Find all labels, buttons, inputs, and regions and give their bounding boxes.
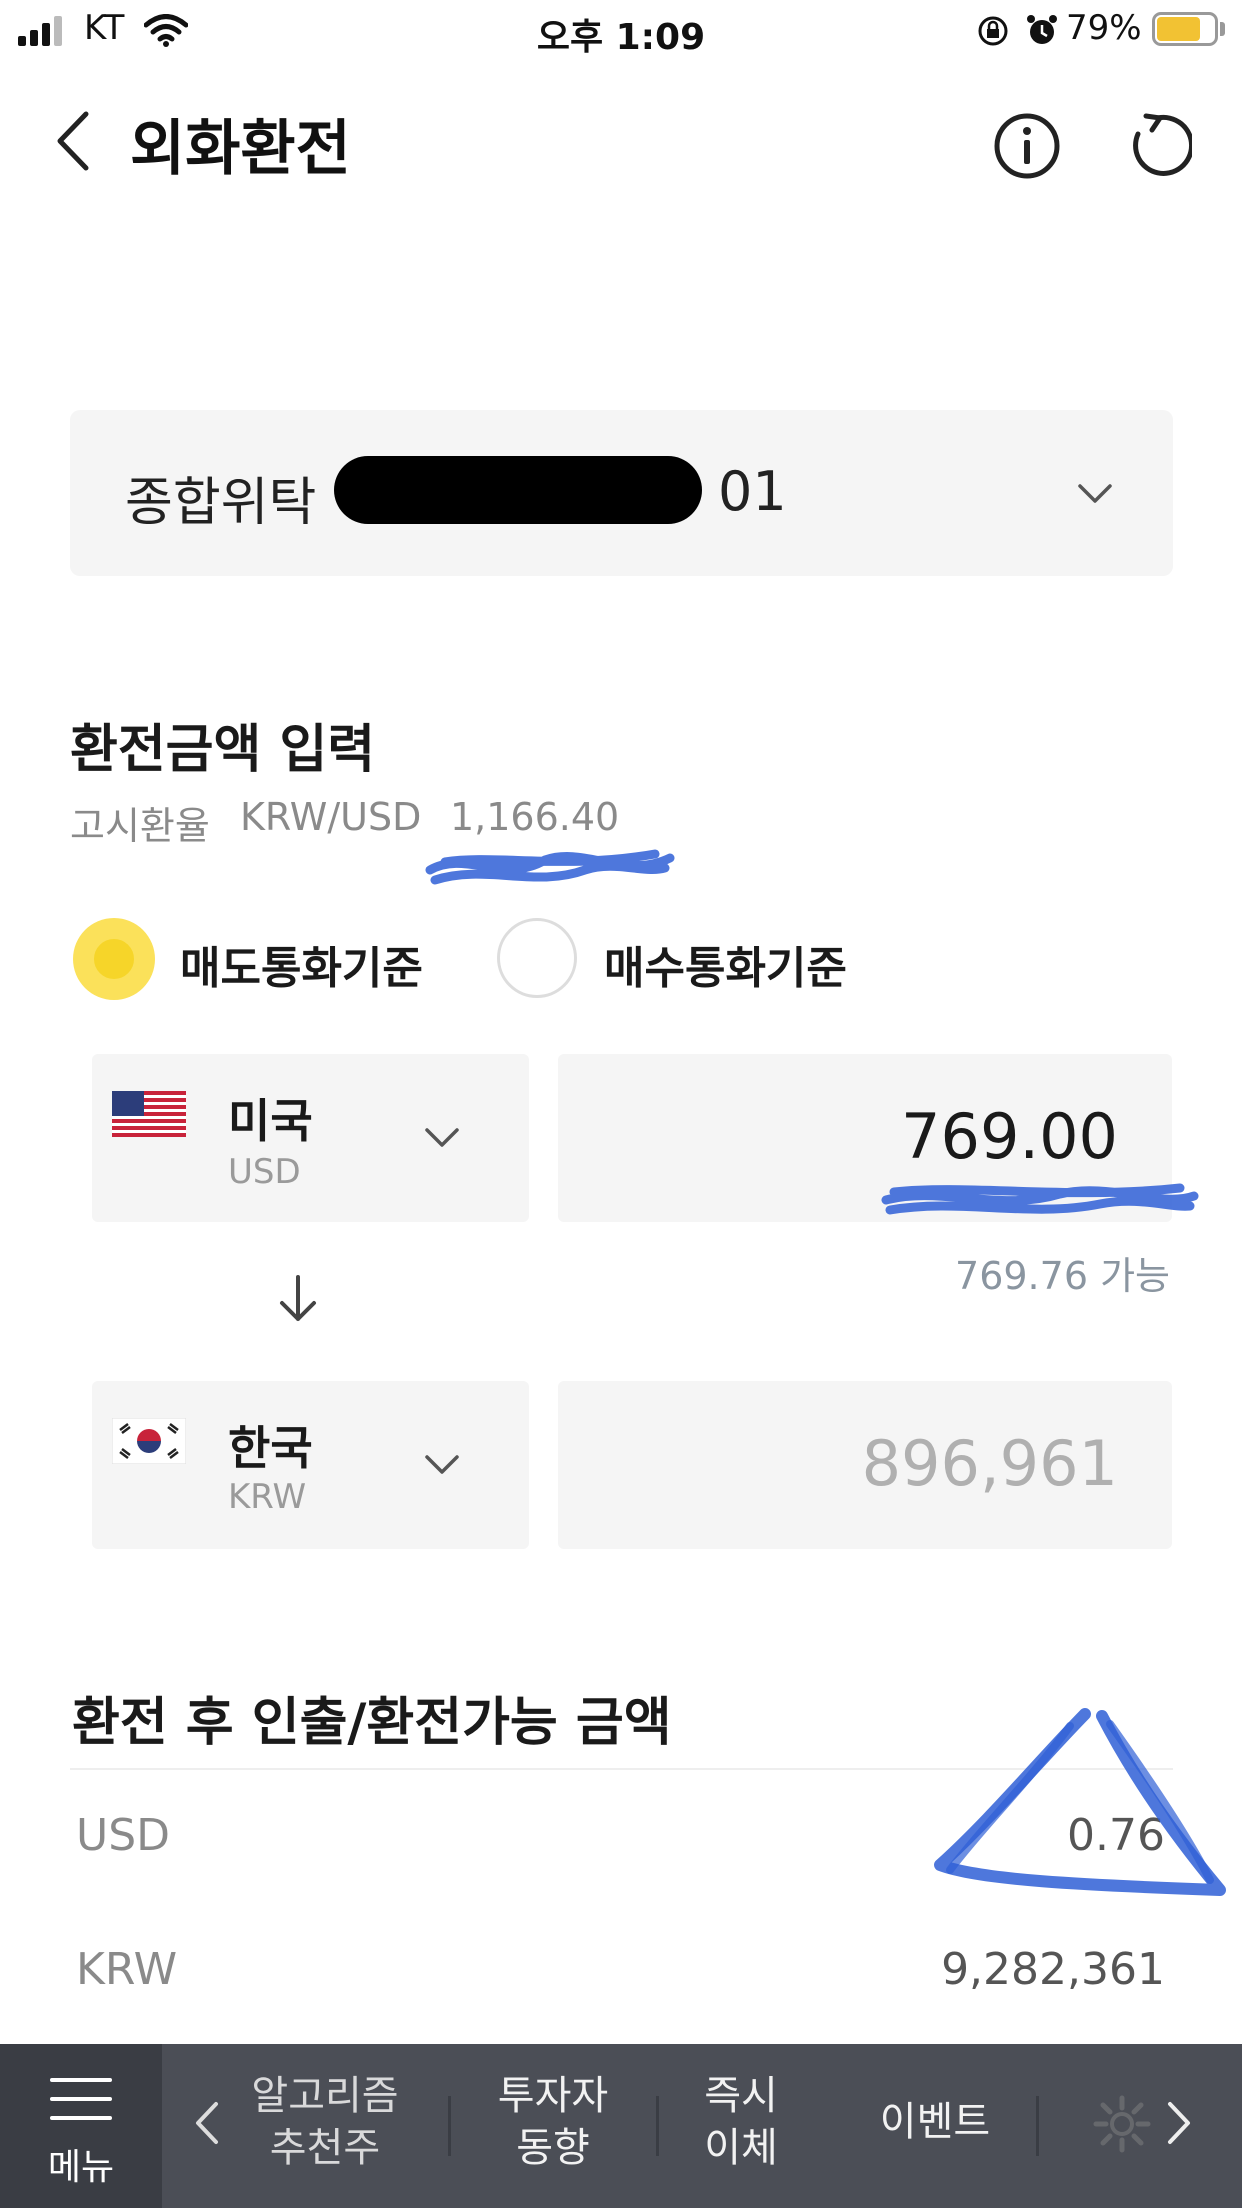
battery-percent: 79%	[1066, 8, 1142, 48]
from-country: 미국	[228, 1094, 313, 1148]
after-krw-value: 9,282,361	[941, 1944, 1165, 1995]
us-flag-icon	[112, 1091, 186, 1137]
info-icon[interactable]	[993, 112, 1061, 180]
rate-value: 1,166.40	[450, 795, 620, 839]
nav-item-instant-transfer[interactable]: 즉시 이체	[676, 2070, 806, 2174]
arrow-down-icon	[280, 1275, 316, 1321]
to-amount-value: 896,961	[861, 1427, 1118, 1500]
after-exchange-title: 환전 후 인출/환전가능 금액	[72, 1693, 672, 1753]
after-usd-label: USD	[76, 1810, 171, 1861]
rate-currency-pair: KRW/USD	[240, 795, 422, 839]
after-usd-value: 0.76	[1067, 1810, 1165, 1861]
nav-separator	[448, 2096, 451, 2156]
nav-next-chevron-icon[interactable]	[1164, 2100, 1194, 2146]
to-country: 한국	[228, 1421, 313, 1475]
radio-buy-basis-label[interactable]: 매수통화기준	[604, 932, 847, 996]
rotation-lock-icon	[978, 16, 1008, 46]
from-amount-value[interactable]: 769.00	[558, 1100, 1118, 1173]
alarm-icon	[1027, 15, 1057, 44]
to-chevron-down-icon[interactable]	[424, 1454, 460, 1476]
available-amount: 769.76 가능	[955, 1254, 1170, 1298]
account-type: 종합위탁	[125, 473, 317, 533]
back-chevron-icon[interactable]	[50, 108, 94, 174]
chevron-down-icon[interactable]	[1077, 483, 1113, 505]
nav-item-event-label: 이벤트	[879, 2099, 991, 2145]
nav-separator	[656, 2096, 659, 2156]
nav-separator	[1036, 2096, 1039, 2156]
nav-menu-label[interactable]: 메뉴	[0, 2138, 162, 2190]
nav-item-algorithm-line2: 추천주	[269, 2125, 381, 2171]
battery-fill	[1157, 17, 1200, 41]
radio-sell-basis-dot	[90, 935, 138, 983]
nav-item-transfer-line2: 이체	[704, 2125, 778, 2171]
page-title: 외화환전	[130, 114, 351, 184]
nav-item-investor-line2: 동향	[516, 2125, 590, 2171]
nav-item-investor-line1: 투자자	[497, 2073, 609, 2119]
hamburger-icon[interactable]	[50, 2078, 112, 2122]
after-krw-label: KRW	[76, 1944, 178, 1995]
nav-item-transfer-line1: 즉시	[704, 2073, 778, 2119]
nav-item-event[interactable]: 이벤트	[850, 2096, 1020, 2148]
section-divider	[70, 1768, 1173, 1770]
kr-flag-icon	[112, 1418, 186, 1464]
from-chevron-down-icon[interactable]	[424, 1127, 460, 1149]
account-number-redaction	[334, 456, 702, 524]
battery-tip	[1220, 22, 1225, 36]
nav-item-algorithm-picks[interactable]: 알고리즘 추천주	[220, 2070, 430, 2174]
radio-sell-basis-label[interactable]: 매도통화기준	[180, 932, 423, 996]
to-currency-code: KRW	[228, 1477, 307, 1517]
settings-gear-icon[interactable]	[1092, 2094, 1152, 2154]
account-number-suffix: 01	[718, 460, 787, 523]
notice-rate-label: 고시환율	[70, 804, 210, 848]
exchange-input-title: 환전금액 입력	[70, 720, 376, 780]
radio-buy-basis[interactable]	[497, 918, 577, 998]
nav-prev-chevron-icon[interactable]	[192, 2100, 222, 2146]
refresh-icon[interactable]	[1124, 112, 1192, 180]
nav-item-investor-trend[interactable]: 투자자 동향	[470, 2070, 636, 2174]
from-currency-code: USD	[228, 1152, 301, 1192]
nav-item-algorithm-line1: 알고리즘	[251, 2073, 399, 2119]
blue-scribble-rate	[425, 849, 675, 885]
